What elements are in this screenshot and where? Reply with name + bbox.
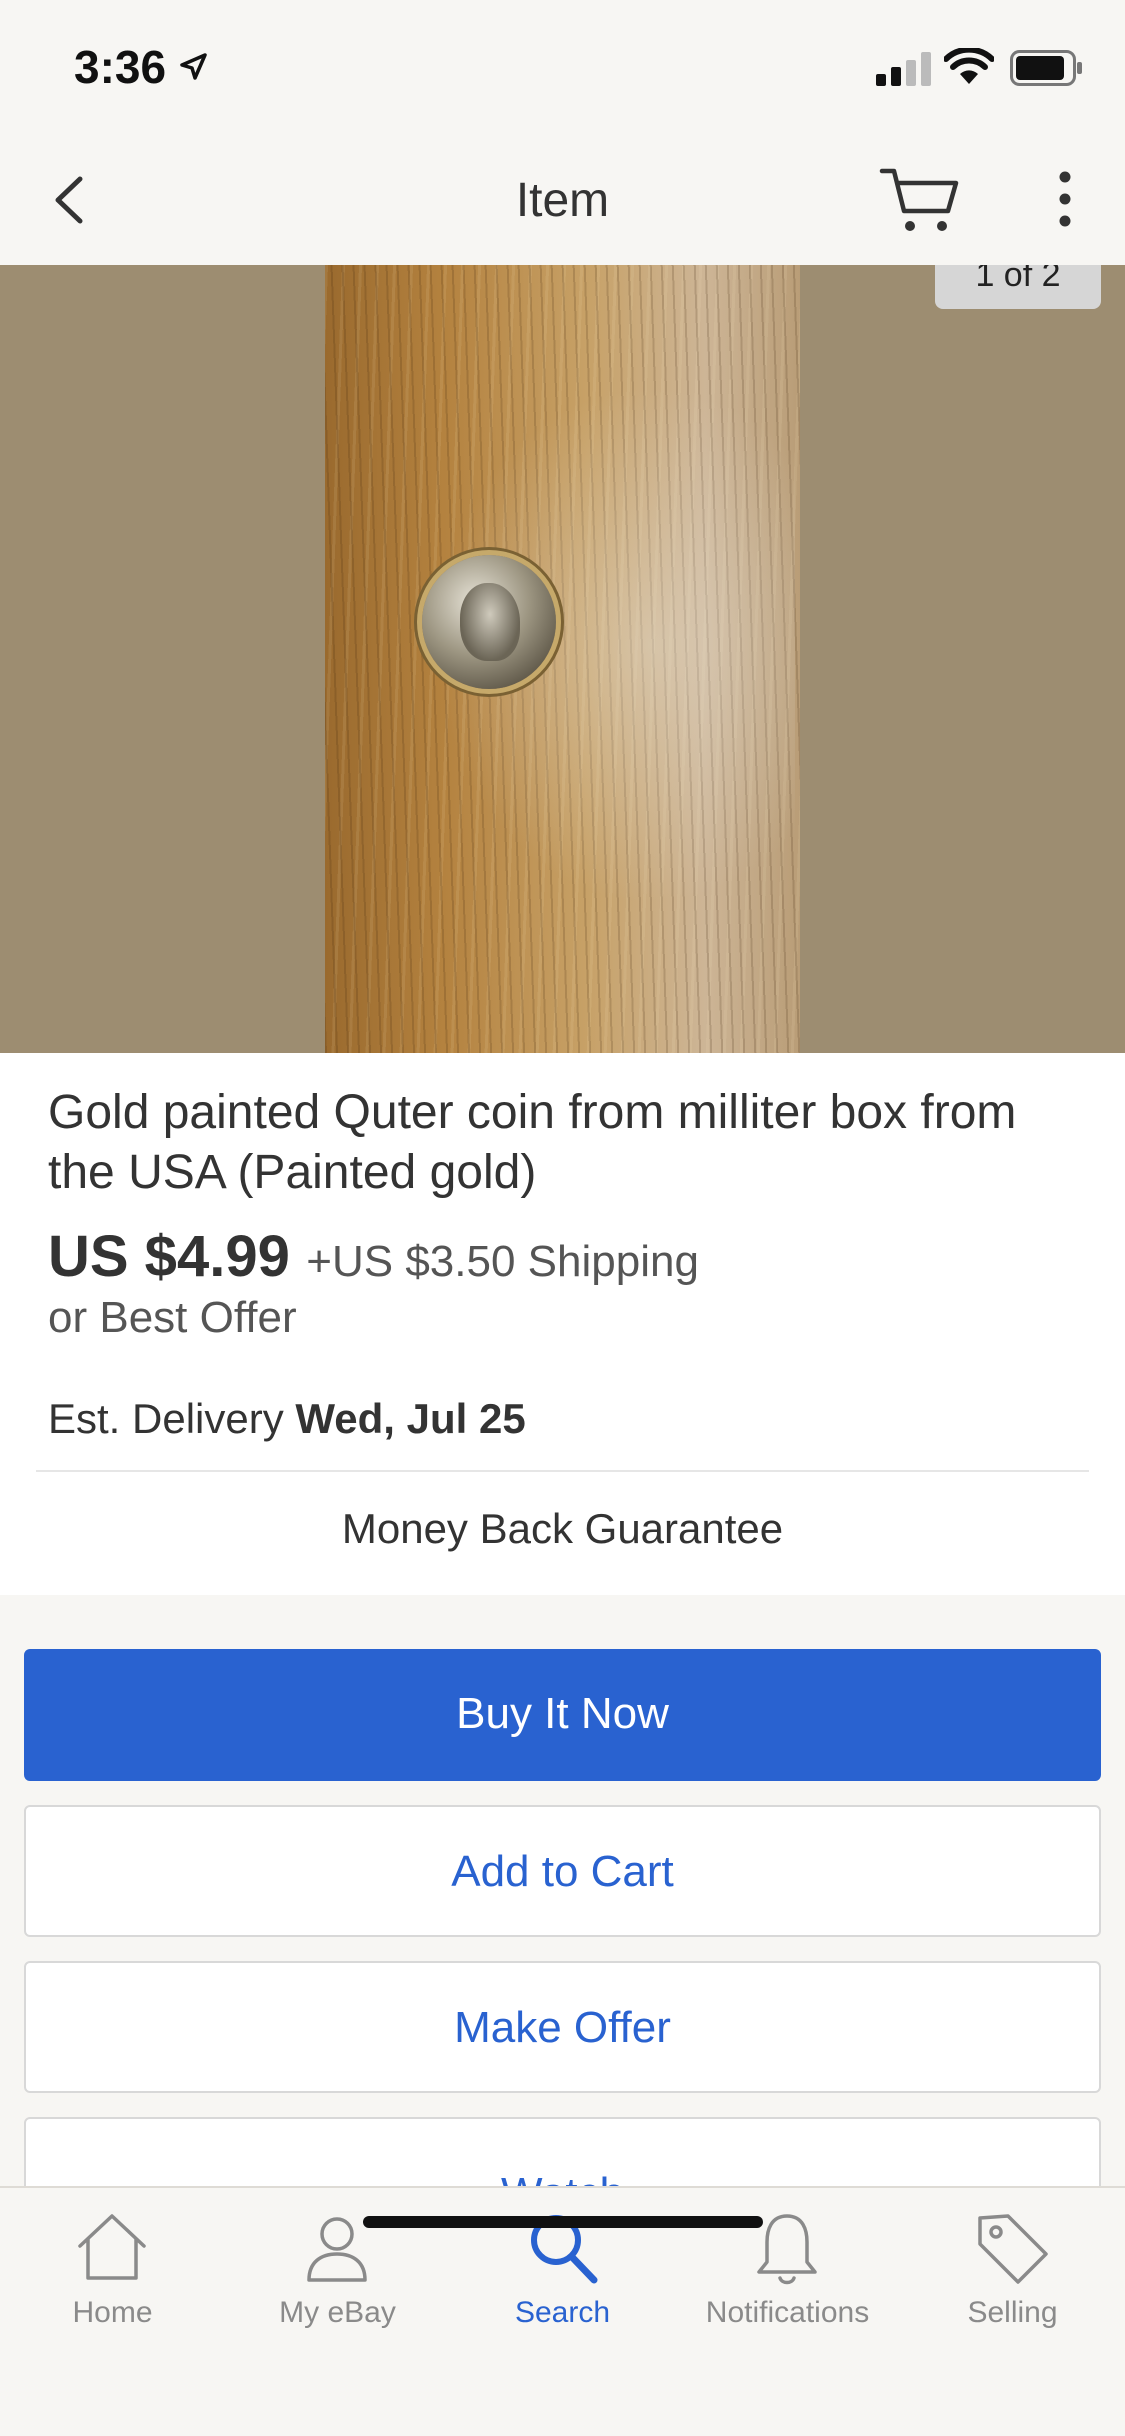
coin-portrait	[460, 583, 520, 661]
wifi-icon	[944, 48, 994, 84]
tab-search[interactable]: Search	[450, 2188, 675, 2329]
price-line: US $4.99 +US $3.50 Shipping	[48, 1223, 699, 1290]
best-offer-text: or Best Offer	[48, 1293, 297, 1342]
divider	[36, 1470, 1089, 1472]
buy-it-now-button[interactable]: Buy It Now	[24, 1649, 1101, 1781]
more-options-icon[interactable]	[1050, 169, 1080, 229]
delivery-label: Est. Delivery	[48, 1395, 284, 1442]
coin-image	[422, 555, 556, 689]
tab-label-search: Search	[514, 2296, 611, 2329]
delivery-estimate: Est. Delivery Wed, Jul 25	[48, 1395, 526, 1443]
home-icon	[78, 2214, 146, 2280]
tab-notifications[interactable]: Notifications	[675, 2188, 900, 2329]
image-page-indicator: 1 of 2	[935, 265, 1101, 309]
tab-selling[interactable]: Selling	[900, 2188, 1125, 2329]
tab-label-selling: Selling	[967, 2296, 1058, 2329]
status-bar: 3:36	[0, 0, 1125, 135]
add-to-cart-button[interactable]: Add to Cart	[24, 1805, 1101, 1937]
item-title: Gold painted Quter coin from milliter bo…	[48, 1086, 1017, 1199]
tab-label-notifications: Notifications	[705, 2296, 870, 2329]
tab-label-home: Home	[72, 2296, 153, 2329]
delivery-date: Wed, Jul 25	[295, 1395, 526, 1442]
tab-label-my-ebay: My eBay	[279, 2296, 396, 2329]
tab-my-ebay[interactable]: My eBay	[225, 2188, 450, 2329]
location-arrow-icon	[180, 53, 207, 80]
item-photo[interactable]	[325, 265, 800, 1053]
home-indicator[interactable]	[363, 2216, 763, 2228]
item-image-gallery[interactable]: 1 of 2	[0, 265, 1125, 1053]
money-back-guarantee[interactable]: Money Back Guarantee	[0, 1505, 1125, 1553]
battery-icon	[1010, 50, 1082, 86]
navigation-bar: Item	[0, 135, 1125, 265]
item-info-card: Gold painted Quter coin from milliter bo…	[0, 1053, 1125, 1595]
tab-home[interactable]: Home	[0, 2188, 225, 2329]
cellular-signal-icon	[876, 52, 931, 86]
cart-icon[interactable]	[878, 159, 962, 239]
tag-icon	[978, 2214, 1048, 2284]
shipping-cost: +US $3.50 Shipping	[306, 1237, 699, 1286]
status-time: 3:36	[74, 41, 167, 93]
make-offer-button[interactable]: Make Offer	[24, 1961, 1101, 2093]
item-price: US $4.99	[48, 1224, 290, 1289]
